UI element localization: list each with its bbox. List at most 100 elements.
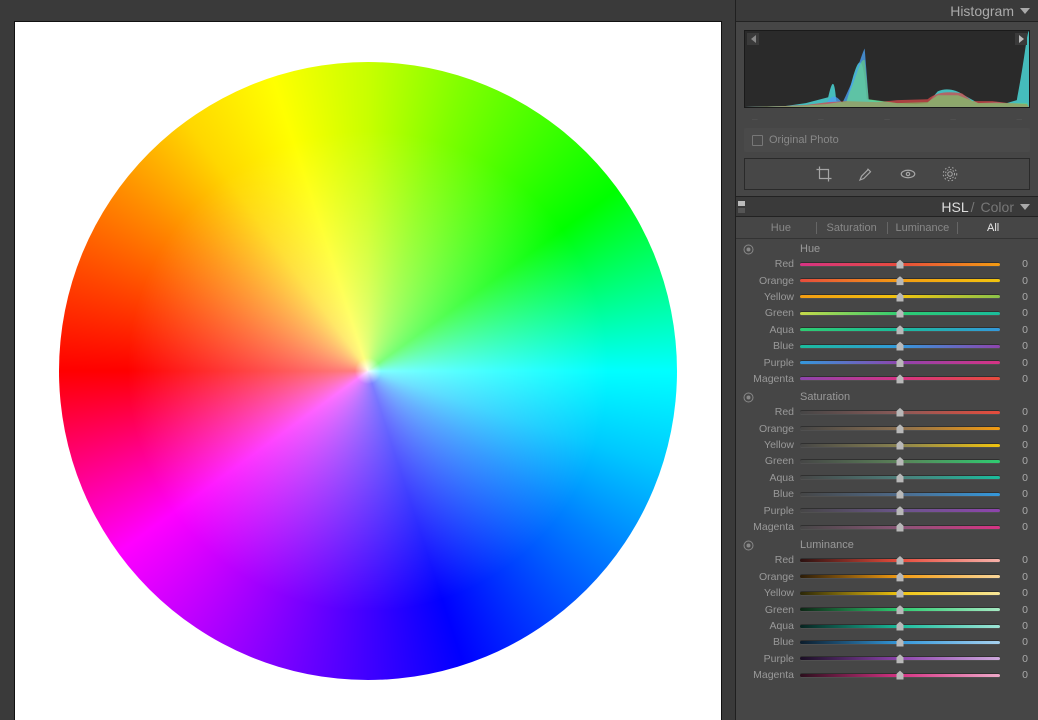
slider-row-saturation-magenta: Magenta 0 xyxy=(736,519,1038,535)
slider-thumb[interactable] xyxy=(897,309,904,318)
slider-track[interactable] xyxy=(800,526,1000,529)
slider-track[interactable] xyxy=(800,592,1000,595)
slider-value[interactable]: 0 xyxy=(1000,636,1028,648)
slider-value[interactable]: 0 xyxy=(1000,669,1028,681)
group-title: Hue xyxy=(800,243,820,255)
slider-track[interactable] xyxy=(800,460,1000,463)
slider-value[interactable]: 0 xyxy=(1000,439,1028,451)
slider-thumb[interactable] xyxy=(897,556,904,565)
radial-filter-icon[interactable] xyxy=(941,165,959,183)
tab-hue[interactable]: Hue xyxy=(746,222,816,234)
slider-thumb[interactable] xyxy=(897,457,904,466)
slider-thumb[interactable] xyxy=(897,490,904,499)
slider-thumb[interactable] xyxy=(897,638,904,647)
panel-switch-icon[interactable] xyxy=(738,201,745,213)
slider-value[interactable]: 0 xyxy=(1000,604,1028,616)
slider-thumb[interactable] xyxy=(897,276,904,285)
slider-label: Red xyxy=(750,554,794,566)
shadow-clipping-indicator[interactable] xyxy=(747,33,759,45)
slider-track[interactable] xyxy=(800,575,1000,578)
slider-thumb[interactable] xyxy=(897,358,904,367)
slider-value[interactable]: 0 xyxy=(1000,488,1028,500)
slider-track[interactable] xyxy=(800,657,1000,660)
slider-track[interactable] xyxy=(800,493,1000,496)
slider-track[interactable] xyxy=(800,427,1000,430)
slider-value[interactable]: 0 xyxy=(1000,587,1028,599)
tab-saturation[interactable]: Saturation xyxy=(817,222,887,234)
slider-row-saturation-green: Green 0 xyxy=(736,453,1038,469)
slider-thumb[interactable] xyxy=(897,506,904,515)
slider-track[interactable] xyxy=(800,476,1000,479)
slider-value[interactable]: 0 xyxy=(1000,357,1028,369)
slider-thumb[interactable] xyxy=(897,589,904,598)
slider-thumb[interactable] xyxy=(897,622,904,631)
slider-track[interactable] xyxy=(800,295,1000,298)
slider-track[interactable] xyxy=(800,377,1000,380)
slider-thumb[interactable] xyxy=(897,260,904,269)
slider-value[interactable]: 0 xyxy=(1000,307,1028,319)
slider-thumb[interactable] xyxy=(897,374,904,383)
group-header-saturation: Saturation xyxy=(736,387,1038,404)
slider-track[interactable] xyxy=(800,608,1000,611)
slider-value[interactable]: 0 xyxy=(1000,324,1028,336)
slider-value[interactable]: 0 xyxy=(1000,554,1028,566)
slider-value[interactable]: 0 xyxy=(1000,571,1028,583)
slider-thumb[interactable] xyxy=(897,408,904,417)
slider-thumb[interactable] xyxy=(897,325,904,334)
info-tick: – xyxy=(884,114,890,128)
slider-track[interactable] xyxy=(800,345,1000,348)
slider-track[interactable] xyxy=(800,328,1000,331)
slider-thumb[interactable] xyxy=(897,523,904,532)
slider-value[interactable]: 0 xyxy=(1000,291,1028,303)
image-frame xyxy=(15,22,721,720)
slider-track[interactable] xyxy=(800,559,1000,562)
tab-all[interactable]: All xyxy=(958,222,1028,234)
slider-value[interactable]: 0 xyxy=(1000,258,1028,270)
slider-thumb[interactable] xyxy=(897,424,904,433)
slider-value[interactable]: 0 xyxy=(1000,406,1028,418)
slider-value[interactable]: 0 xyxy=(1000,455,1028,467)
targeted-adjustment-icon[interactable] xyxy=(742,243,754,255)
slider-track[interactable] xyxy=(800,625,1000,628)
hsl-color-header[interactable]: HSL / Color xyxy=(736,196,1038,217)
redeye-tool-icon[interactable] xyxy=(899,165,917,183)
slider-thumb[interactable] xyxy=(897,441,904,450)
histogram-display[interactable] xyxy=(744,30,1030,108)
slider-label: Yellow xyxy=(750,439,794,451)
slider-value[interactable]: 0 xyxy=(1000,472,1028,484)
slider-value[interactable]: 0 xyxy=(1000,505,1028,517)
slider-track[interactable] xyxy=(800,263,1000,266)
slider-track[interactable] xyxy=(800,411,1000,414)
tab-luminance[interactable]: Luminance xyxy=(888,222,958,234)
histogram-header[interactable]: Histogram xyxy=(736,0,1038,22)
tool-strip xyxy=(744,158,1030,190)
crop-tool-icon[interactable] xyxy=(815,165,833,183)
spot-removal-icon[interactable] xyxy=(857,165,875,183)
slider-track[interactable] xyxy=(800,641,1000,644)
original-photo-toggle[interactable]: Original Photo xyxy=(744,128,1030,152)
slider-value[interactable]: 0 xyxy=(1000,653,1028,665)
slider-track[interactable] xyxy=(800,509,1000,512)
slider-value[interactable]: 0 xyxy=(1000,373,1028,385)
slider-track[interactable] xyxy=(800,674,1000,677)
slider-thumb[interactable] xyxy=(897,605,904,614)
slider-value[interactable]: 0 xyxy=(1000,620,1028,632)
image-preview-area xyxy=(0,0,735,720)
slider-track[interactable] xyxy=(800,312,1000,315)
slider-track[interactable] xyxy=(800,361,1000,364)
slider-value[interactable]: 0 xyxy=(1000,340,1028,352)
highlight-clipping-indicator[interactable] xyxy=(1015,33,1027,45)
slider-thumb[interactable] xyxy=(897,654,904,663)
slider-track[interactable] xyxy=(800,444,1000,447)
slider-track[interactable] xyxy=(800,279,1000,282)
slider-value[interactable]: 0 xyxy=(1000,521,1028,533)
slider-thumb[interactable] xyxy=(897,572,904,581)
targeted-adjustment-icon[interactable] xyxy=(742,391,754,403)
slider-thumb[interactable] xyxy=(897,292,904,301)
slider-thumb[interactable] xyxy=(897,473,904,482)
slider-value[interactable]: 0 xyxy=(1000,275,1028,287)
slider-thumb[interactable] xyxy=(897,671,904,680)
slider-thumb[interactable] xyxy=(897,342,904,351)
slider-value[interactable]: 0 xyxy=(1000,423,1028,435)
targeted-adjustment-icon[interactable] xyxy=(742,539,754,551)
